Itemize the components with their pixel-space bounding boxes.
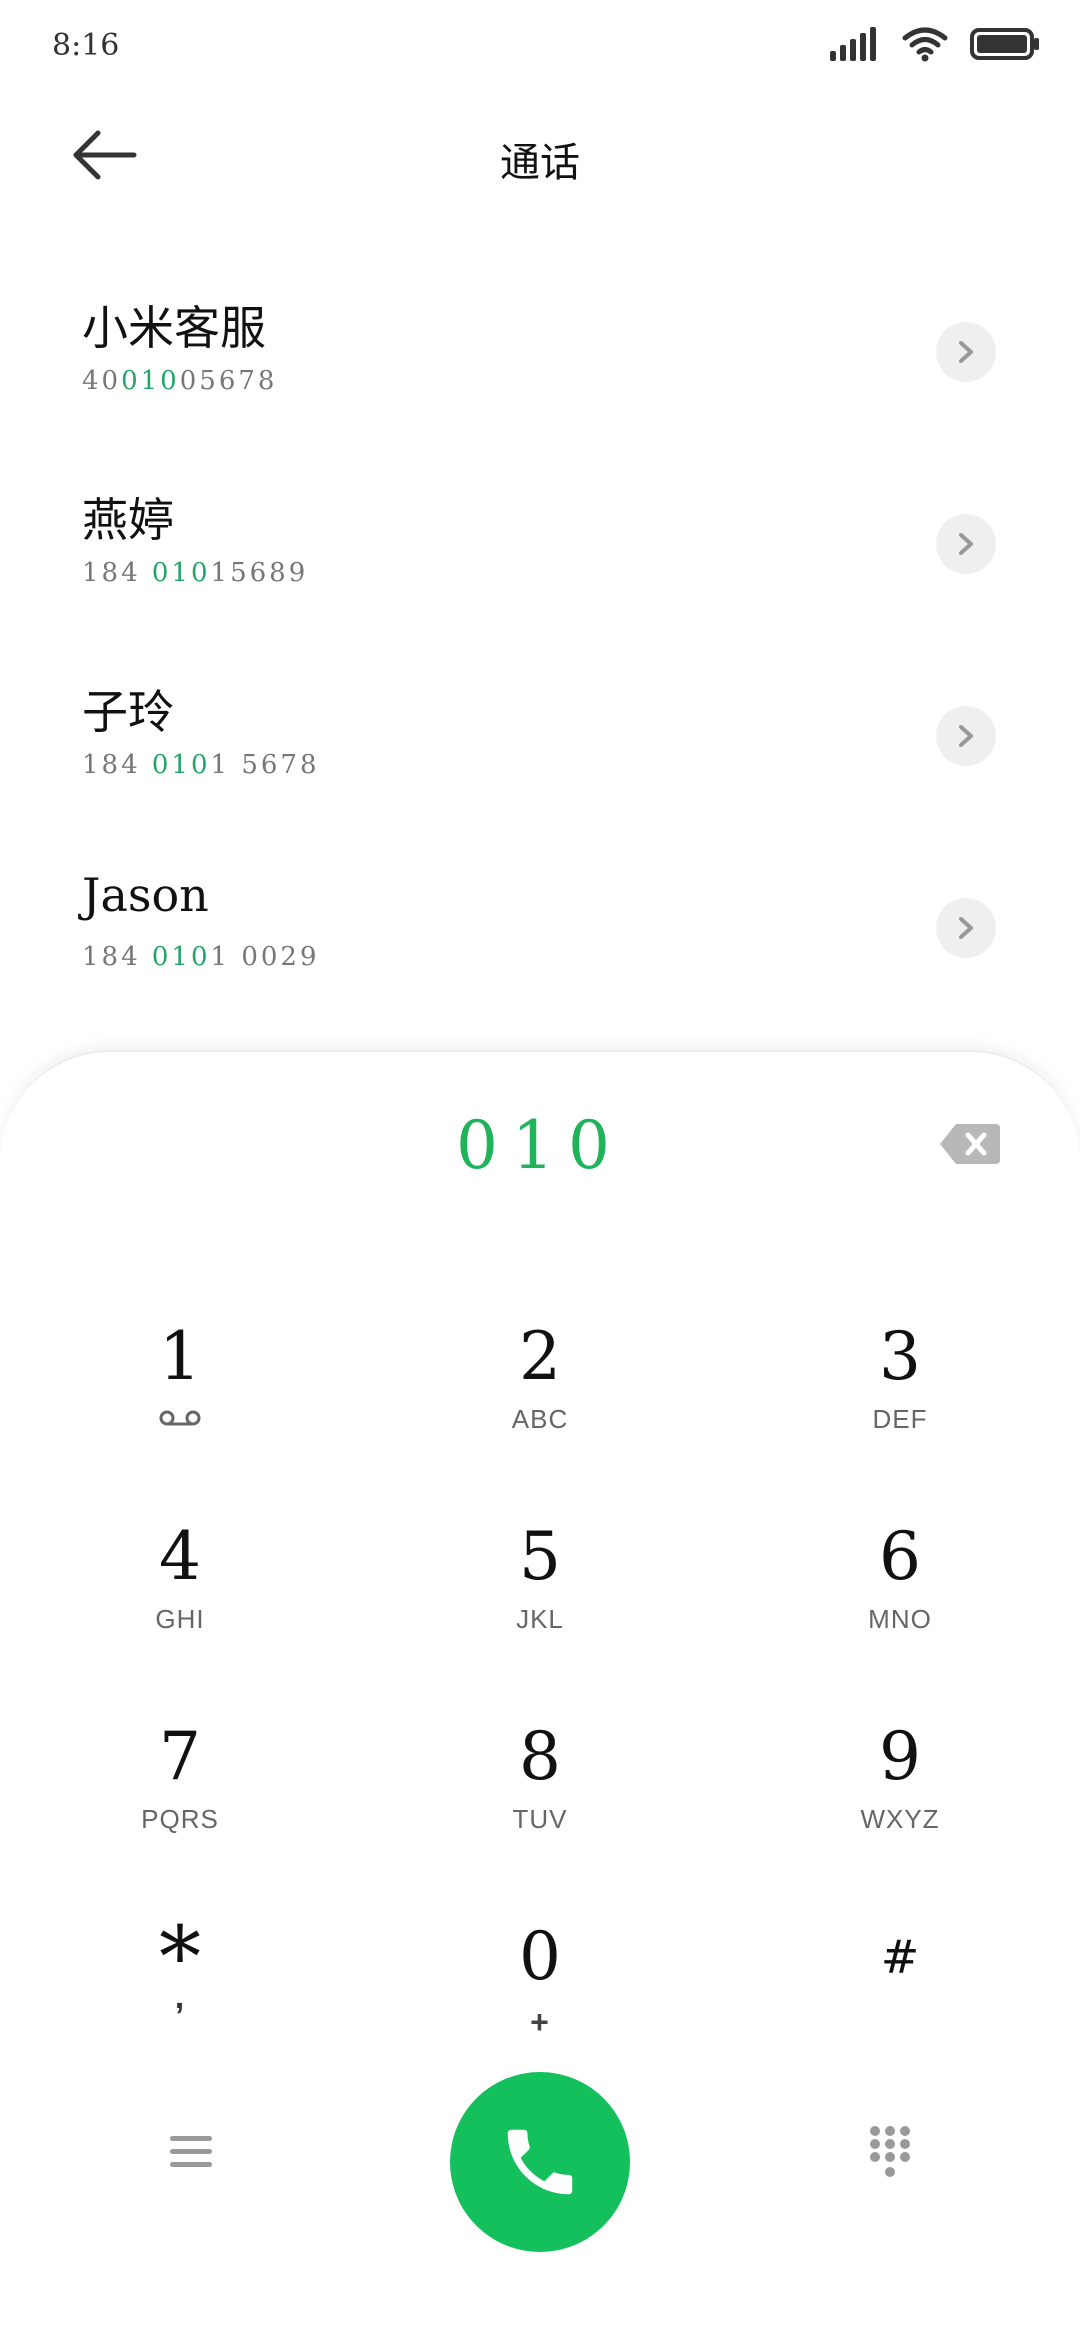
dialpad-toggle-button[interactable]	[868, 2124, 912, 2180]
key-digit: 5	[519, 1518, 561, 1595]
contact-item[interactable]: 子玲 184 0101 5678	[0, 654, 1080, 846]
dialpad-icon	[870, 2126, 910, 2177]
header: 通话	[0, 110, 1080, 200]
dialer-panel: 010 1 2 ABC 3 DEF 4 GHI 5 JKL 6 MNO 7 PQ…	[0, 1050, 1080, 2342]
keypad-row: 1 2 ABC 3 DEF	[0, 1302, 1080, 1502]
key-letters: +	[530, 2004, 550, 2040]
backspace-button[interactable]	[938, 1122, 1002, 1166]
contact-number: 184 01015689	[82, 558, 309, 588]
contact-name: 小米客服	[82, 301, 266, 355]
backspace-icon	[940, 1124, 1000, 1164]
phone-icon	[507, 2129, 573, 2195]
contact-number: 184 0101 5678	[82, 750, 320, 780]
status-time: 8:16	[52, 28, 120, 63]
wifi-icon	[902, 26, 948, 62]
keypad-row: 4 GHI 5 JKL 6 MNO	[0, 1502, 1080, 1702]
contact-number: 4001005678	[82, 366, 278, 396]
key-digit: 2	[519, 1318, 561, 1395]
contact-name: 子玲	[82, 685, 174, 739]
key-letters: GHI	[155, 1604, 205, 1634]
key-letters: JKL	[516, 1604, 564, 1634]
key-8[interactable]: 8 TUV	[360, 1702, 720, 1902]
signal-icon	[830, 27, 880, 61]
contact-detail-button[interactable]	[936, 322, 996, 382]
key-letters: TUV	[512, 1804, 568, 1834]
menu-button[interactable]	[168, 2132, 214, 2172]
key-digit: 7	[159, 1718, 201, 1795]
key-digit: #	[880, 1930, 920, 1984]
key-2[interactable]: 2 ABC	[360, 1302, 720, 1502]
contact-detail-button[interactable]	[936, 514, 996, 574]
key-5[interactable]: 5 JKL	[360, 1502, 720, 1702]
key-letters: PQRS	[141, 1804, 219, 1834]
key-letters: MNO	[868, 1604, 932, 1634]
key-letters: ABC	[511, 1404, 569, 1434]
chevron-right-icon	[959, 917, 973, 939]
dialer-bottom-bar	[0, 2062, 1080, 2252]
contact-list: 小米客服 4001005678 燕婷 184 01015689 子玲 184 0…	[0, 270, 1080, 1038]
key-digit: 4	[159, 1518, 201, 1595]
key-9[interactable]: 9 WXYZ	[720, 1702, 1080, 1902]
voicemail-icon	[159, 1410, 201, 1426]
key-digit: 3	[879, 1318, 921, 1395]
key-letters: DEF	[872, 1404, 928, 1434]
status-bar: 8:16	[0, 0, 1080, 100]
contact-detail-button[interactable]	[936, 898, 996, 958]
dial-input-display[interactable]: 010	[0, 1107, 1080, 1184]
contact-name: 燕婷	[82, 493, 174, 547]
contact-item[interactable]: 小米客服 4001005678	[0, 270, 1080, 462]
battery-icon	[970, 28, 1040, 60]
contact-detail-button[interactable]	[936, 706, 996, 766]
contact-item[interactable]: Jason 184 0101 0029	[0, 846, 1080, 1038]
key-letters: ,	[174, 1978, 186, 2016]
key-digit: 8	[519, 1718, 561, 1795]
keypad-row: 7 PQRS 8 TUV 9 WXYZ	[0, 1702, 1080, 1902]
chevron-right-icon	[959, 725, 973, 747]
key-digit: 9	[879, 1718, 921, 1795]
contact-name: Jason	[82, 868, 209, 922]
page-title: 通话	[500, 140, 580, 186]
hamburger-menu-icon	[170, 2136, 212, 2167]
key-7[interactable]: 7 PQRS	[0, 1702, 360, 1902]
call-button[interactable]	[450, 2072, 630, 2252]
chevron-right-icon	[959, 341, 973, 363]
key-1[interactable]: 1	[0, 1302, 360, 1502]
key-digit: 1	[159, 1318, 201, 1395]
key-3[interactable]: 3 DEF	[720, 1302, 1080, 1502]
contact-item[interactable]: 燕婷 184 01015689	[0, 462, 1080, 654]
key-digit: 0	[519, 1918, 561, 1995]
status-icons	[830, 26, 1040, 62]
key-6[interactable]: 6 MNO	[720, 1502, 1080, 1702]
keypad: 1 2 ABC 3 DEF 4 GHI 5 JKL 6 MNO 7 PQRS 8…	[0, 1302, 1080, 2102]
key-digit: 6	[879, 1518, 921, 1595]
chevron-right-icon	[959, 533, 973, 555]
key-4[interactable]: 4 GHI	[0, 1502, 360, 1702]
key-letters: WXYZ	[860, 1804, 940, 1834]
contact-number: 184 0101 0029	[82, 942, 320, 972]
